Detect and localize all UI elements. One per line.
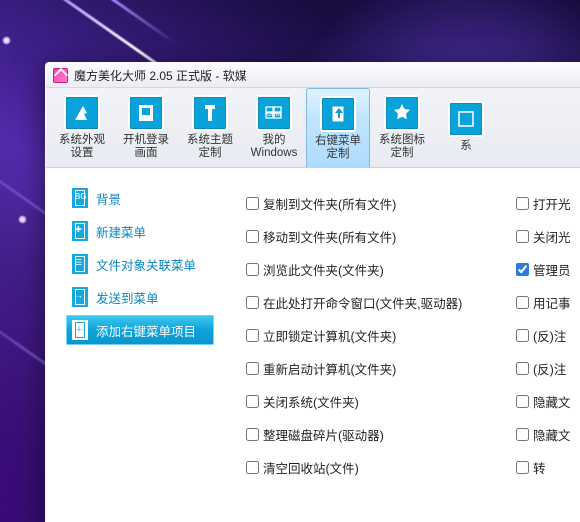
toolbar-tabs: 系统外观 设置开机登录 画面系统主题 定制 OEM 我的 Windows 右键菜单 定…: [46, 88, 580, 168]
checkbox-option[interactable]: 整理磁盘碎片(驱动器): [246, 425, 506, 444]
sidebar-item-label: 背景: [96, 189, 121, 208]
doc-icon: ✚: [72, 221, 88, 241]
sidebar-item-addctx[interactable]: ＋ 添加右键菜单项目: [66, 315, 214, 345]
checkbox-option[interactable]: 用记事: [516, 293, 580, 312]
doc-icon: →: [72, 287, 88, 307]
content-area: BG 背景 ✚ 新建菜单 ☰ 文件对象关联菜单 → 发送到菜单 ＋ 添加右键菜单项目 复制到文件夹…: [46, 169, 580, 522]
tab-mywin[interactable]: OEM 我的 Windows: [242, 87, 306, 167]
tab-appearance[interactable]: 系统外观 设置: [50, 87, 114, 167]
sidebar-item-assoc[interactable]: ☰ 文件对象关联菜单: [66, 249, 214, 279]
sysicon-icon: [384, 95, 420, 131]
checkbox-input[interactable]: [246, 263, 259, 276]
checkbox-label: 关闭光: [533, 227, 571, 246]
tab-boot[interactable]: 开机登录 画面: [114, 87, 178, 167]
sidebar-item-sendto[interactable]: → 发送到菜单: [66, 282, 214, 312]
checkbox-input[interactable]: [246, 461, 259, 474]
checkbox-label: (反)注: [533, 326, 566, 345]
checkbox-option[interactable]: 浏览此文件夹(文件夹): [246, 260, 506, 279]
checkbox-label: 立即锁定计算机(文件夹): [263, 326, 396, 345]
window-title: 魔方美化大师 2.05 正式版 - 软媒: [74, 67, 247, 84]
checkbox-option[interactable]: 转: [516, 458, 580, 477]
mywin-icon: OEM: [256, 95, 292, 131]
doc-icon: BG: [72, 188, 88, 208]
more-icon: [448, 101, 484, 137]
sidebar-item-label: 新建菜单: [96, 222, 146, 241]
checkbox-input[interactable]: [516, 296, 529, 309]
checkbox-input[interactable]: [516, 428, 529, 441]
checkbox-input[interactable]: [516, 395, 529, 408]
sidebar-item-label: 添加右键菜单项目: [96, 321, 196, 340]
checkbox-label: 隐藏文: [533, 392, 571, 411]
tab-more[interactable]: 系: [434, 87, 498, 167]
checkbox-label: 复制到文件夹(所有文件): [263, 194, 396, 213]
checkbox-option[interactable]: (反)注: [516, 359, 580, 378]
checkbox-input[interactable]: [246, 395, 259, 408]
checkbox-option[interactable]: 隐藏文: [516, 392, 580, 411]
checkbox-option[interactable]: 立即锁定计算机(文件夹): [246, 326, 506, 345]
checkbox-label: 转: [533, 458, 546, 477]
sidebar-item-bg[interactable]: BG 背景: [66, 183, 214, 213]
checkbox-input[interactable]: [516, 263, 529, 276]
boot-icon: [128, 95, 164, 131]
checkbox-label: 用记事: [533, 293, 571, 312]
tab-label: 系统主题 定制: [187, 134, 233, 160]
checkbox-option[interactable]: (反)注: [516, 326, 580, 345]
context-icon: [320, 96, 356, 132]
tab-theme[interactable]: 系统主题 定制: [178, 87, 242, 167]
checkbox-input[interactable]: [246, 362, 259, 375]
checkbox-option[interactable]: 移动到文件夹(所有文件): [246, 227, 506, 246]
tab-label: 系: [460, 140, 472, 153]
checkbox-input[interactable]: [516, 230, 529, 243]
sidebar-item-newmenu[interactable]: ✚ 新建菜单: [66, 216, 214, 246]
checkbox-input[interactable]: [246, 230, 259, 243]
titlebar[interactable]: 魔方美化大师 2.05 正式版 - 软媒: [46, 63, 580, 88]
checkbox-label: 关闭系统(文件夹): [263, 392, 359, 411]
checkbox-option[interactable]: 关闭系统(文件夹): [246, 392, 506, 411]
checkbox-label: 移动到文件夹(所有文件): [263, 227, 396, 246]
checkbox-label: 打开光: [533, 194, 571, 213]
checkbox-input[interactable]: [246, 329, 259, 342]
sidebar: BG 背景 ✚ 新建菜单 ☰ 文件对象关联菜单 → 发送到菜单 ＋ 添加右键菜单项目: [46, 169, 222, 522]
sidebar-item-label: 文件对象关联菜单: [96, 255, 196, 274]
tab-label: 我的 Windows: [251, 134, 298, 160]
checkbox-option[interactable]: 隐藏文: [516, 425, 580, 444]
appearance-icon: [64, 95, 100, 131]
checkbox-label: 重新启动计算机(文件夹): [263, 359, 396, 378]
svg-text:OEM: OEM: [267, 112, 281, 118]
checkbox-option[interactable]: 复制到文件夹(所有文件): [246, 194, 506, 213]
checkbox-input[interactable]: [516, 329, 529, 342]
checkbox-input[interactable]: [246, 197, 259, 210]
checkbox-label: 隐藏文: [533, 425, 571, 444]
checkbox-input[interactable]: [516, 362, 529, 375]
checkbox-option[interactable]: 关闭光: [516, 227, 580, 246]
checkbox-label: 整理磁盘碎片(驱动器): [263, 425, 384, 444]
checkbox-input[interactable]: [516, 461, 529, 474]
tab-label: 开机登录 画面: [123, 134, 169, 160]
checkbox-option[interactable]: 重新启动计算机(文件夹): [246, 359, 506, 378]
checkbox-input[interactable]: [516, 197, 529, 210]
checkbox-label: 在此处打开命令窗口(文件夹,驱动器): [263, 293, 462, 312]
theme-icon: [192, 95, 228, 131]
checkbox-label: 管理员: [533, 260, 571, 279]
checkbox-grid: 复制到文件夹(所有文件) 打开光移动到文件夹(所有文件) 关闭光浏览此文件夹(文件夹…: [222, 169, 580, 522]
checkbox-label: 清空回收站(文件): [263, 458, 359, 477]
doc-icon: ＋: [72, 320, 88, 340]
tab-sysicon[interactable]: 系统图标 定制: [370, 87, 434, 167]
sidebar-item-label: 发送到菜单: [96, 288, 159, 307]
checkbox-input[interactable]: [246, 428, 259, 441]
checkbox-option[interactable]: 清空回收站(文件): [246, 458, 506, 477]
checkbox-option[interactable]: 在此处打开命令窗口(文件夹,驱动器): [246, 293, 506, 312]
app-window: 魔方美化大师 2.05 正式版 - 软媒 系统外观 设置开机登录 画面系统主题 …: [45, 62, 580, 522]
checkbox-label: 浏览此文件夹(文件夹): [263, 260, 384, 279]
checkbox-input[interactable]: [246, 296, 259, 309]
checkbox-label: (反)注: [533, 359, 566, 378]
tab-label: 系统外观 设置: [59, 134, 105, 160]
tab-context[interactable]: 右键菜单 定制: [306, 88, 370, 168]
doc-icon: ☰: [72, 254, 88, 274]
app-icon: [53, 68, 68, 83]
tab-label: 右键菜单 定制: [315, 135, 361, 161]
checkbox-option[interactable]: 打开光: [516, 194, 580, 213]
checkbox-option[interactable]: 管理员: [516, 260, 580, 279]
tab-label: 系统图标 定制: [379, 134, 425, 160]
